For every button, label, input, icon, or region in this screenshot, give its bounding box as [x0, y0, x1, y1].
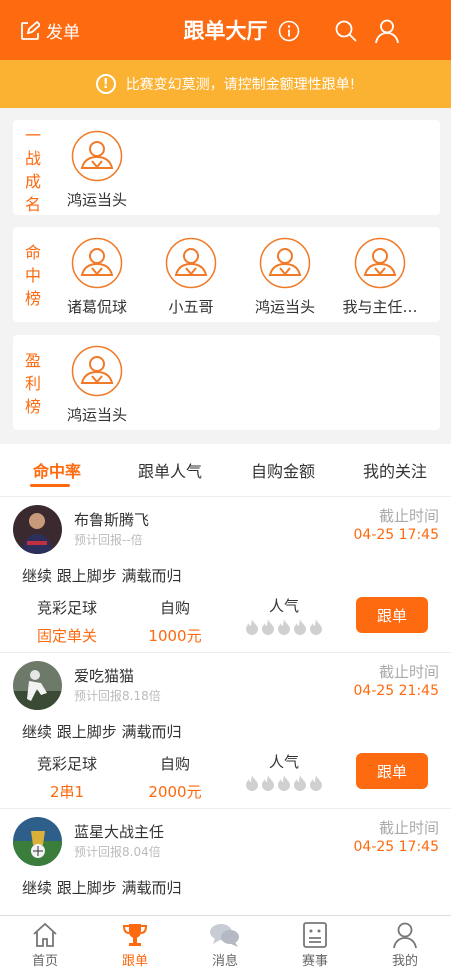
- tab-self-buy-amount[interactable]: 自购金额: [233, 458, 333, 482]
- ranking-card: 盈利榜 鸿运当头: [13, 335, 440, 430]
- user-icon[interactable]: [374, 18, 400, 44]
- ranking-person[interactable]: 鸿运当头: [47, 345, 147, 425]
- flame-icon: [246, 775, 258, 791]
- user-name[interactable]: 蓝星大战主任: [74, 821, 164, 842]
- flame-rating: [234, 618, 334, 635]
- bottom-nav: 首页 跟单 消息 赛事 我的: [0, 915, 451, 975]
- avatar-icon: [71, 237, 123, 289]
- flame-rating: [234, 774, 334, 791]
- ranking-person-name: 小五哥: [168, 298, 214, 316]
- nav-matches[interactable]: 赛事: [270, 920, 360, 969]
- nav-mine-label: 我的: [391, 954, 418, 969]
- follow-card[interactable]: 蓝星大战主任 预计回报8.04倍 截止时间 04-25 17:45 继续 跟上脚…: [0, 808, 451, 915]
- nav-matches-label: 赛事: [301, 954, 328, 969]
- self-buy-column: 自购 2000元: [148, 755, 202, 801]
- ranking-person[interactable]: 小五哥: [141, 237, 241, 317]
- flame-icon: [278, 775, 290, 791]
- flame-icon: [294, 619, 306, 635]
- trophy-icon: [122, 924, 148, 946]
- deadline-time: 04-25 17:45: [353, 527, 439, 543]
- flame-icon: [262, 775, 274, 791]
- user-name[interactable]: 布鲁斯腾飞: [74, 509, 149, 530]
- deadline-time: 04-25 17:45: [353, 839, 439, 855]
- nav-messages[interactable]: 消息: [180, 920, 270, 969]
- ranking-person[interactable]: 鸿运当头: [235, 237, 335, 317]
- warning-icon: !: [95, 74, 116, 94]
- deadline-label: 截止时间: [378, 507, 439, 525]
- tab-follow-popularity[interactable]: 跟单人气: [120, 458, 220, 482]
- tab-my-follows[interactable]: 我的关注: [345, 458, 445, 482]
- flame-icon: [246, 619, 258, 635]
- ranking-person-name: 鸿运当头: [254, 298, 315, 316]
- flame-icon: [310, 775, 322, 791]
- avatar-icon: [71, 345, 123, 397]
- avatar-icon: [259, 237, 311, 289]
- avatar[interactable]: [13, 817, 62, 866]
- nav-home[interactable]: 首页: [0, 920, 90, 969]
- avatar-icon: [71, 130, 123, 182]
- follow-card[interactable]: 爱吃猫猫 预计回报8.18倍 截止时间 04-25 21:45 继续 跟上脚步 …: [0, 652, 451, 808]
- ranking-person-name: 诸葛侃球: [66, 298, 127, 316]
- expected-return: 预计回报8.04倍: [74, 845, 161, 859]
- self-buy-column: 自购 1000元: [148, 599, 202, 645]
- deadline-label: 截止时间: [378, 663, 439, 681]
- nav-follow[interactable]: 跟单: [90, 920, 180, 969]
- slogan: 继续 跟上脚步 满载而归: [22, 723, 182, 741]
- notice-banner: ! 比赛变幻莫测，请控制金额理性跟单!: [0, 60, 451, 108]
- popularity-column: 人气: [234, 595, 334, 635]
- top-bar: 发单 跟单大厅: [0, 0, 451, 60]
- info-icon[interactable]: [278, 20, 300, 42]
- chat-icon: [210, 924, 239, 947]
- ranking-person[interactable]: 鸿运当头: [47, 130, 147, 210]
- ranking-person[interactable]: 诸葛侃球: [47, 237, 147, 317]
- deadline-label: 截止时间: [378, 819, 439, 837]
- notice-text: 比赛变幻莫测，请控制金额理性跟单!: [125, 77, 356, 93]
- home-icon: [33, 922, 57, 947]
- nav-mine[interactable]: 我的: [360, 920, 450, 969]
- nav-messages-label: 消息: [211, 954, 238, 969]
- game-column: 竞彩足球 2串1: [36, 755, 97, 801]
- ranking-person-name: 我与主任…: [342, 298, 418, 316]
- schedule-icon: [303, 922, 327, 948]
- flame-icon: [310, 619, 322, 635]
- user-name[interactable]: 爱吃猫猫: [74, 665, 134, 686]
- flame-icon: [294, 775, 306, 791]
- ranking-card: 一战成名 鸿运当头: [13, 120, 440, 215]
- avatar[interactable]: [13, 505, 62, 554]
- avatar[interactable]: [13, 661, 62, 710]
- follow-button[interactable]: 跟单: [356, 753, 428, 789]
- active-tab-indicator: [30, 484, 70, 487]
- ranking-person-name: 鸿运当头: [66, 191, 127, 209]
- follow-button[interactable]: 跟单: [356, 597, 428, 633]
- flame-icon: [262, 619, 274, 635]
- deadline-time: 04-25 21:45: [353, 683, 439, 699]
- search-icon[interactable]: [334, 19, 358, 43]
- avatar-icon: [354, 237, 406, 289]
- expected-return: 预计回报8.18倍: [74, 689, 161, 703]
- ranking-person[interactable]: 我与主任…: [330, 237, 430, 317]
- nav-home-label: 首页: [31, 954, 58, 969]
- expected-return: 预计回报--倍: [74, 533, 143, 547]
- ranking-card: 命中榜 诸葛侃球 小五哥 鸿运当头 我与主任…: [13, 227, 440, 322]
- tab-hit-rate[interactable]: 命中率: [14, 458, 100, 482]
- slogan: 继续 跟上脚步 满载而归: [22, 879, 182, 897]
- popularity-column: 人气: [234, 751, 334, 791]
- avatar-icon: [165, 237, 217, 289]
- flame-icon: [278, 619, 290, 635]
- game-column: 竞彩足球 固定单关: [36, 599, 97, 645]
- ranking-person-name: 鸿运当头: [66, 406, 127, 424]
- nav-follow-label: 跟单: [121, 954, 148, 969]
- sort-tabs: 命中率 跟单人气 自购金额 我的关注: [0, 444, 451, 496]
- follow-card[interactable]: 布鲁斯腾飞 预计回报--倍 截止时间 04-25 17:45 继续 跟上脚步 满…: [0, 496, 451, 652]
- slogan: 继续 跟上脚步 满载而归: [22, 567, 182, 585]
- user-icon: [393, 922, 417, 949]
